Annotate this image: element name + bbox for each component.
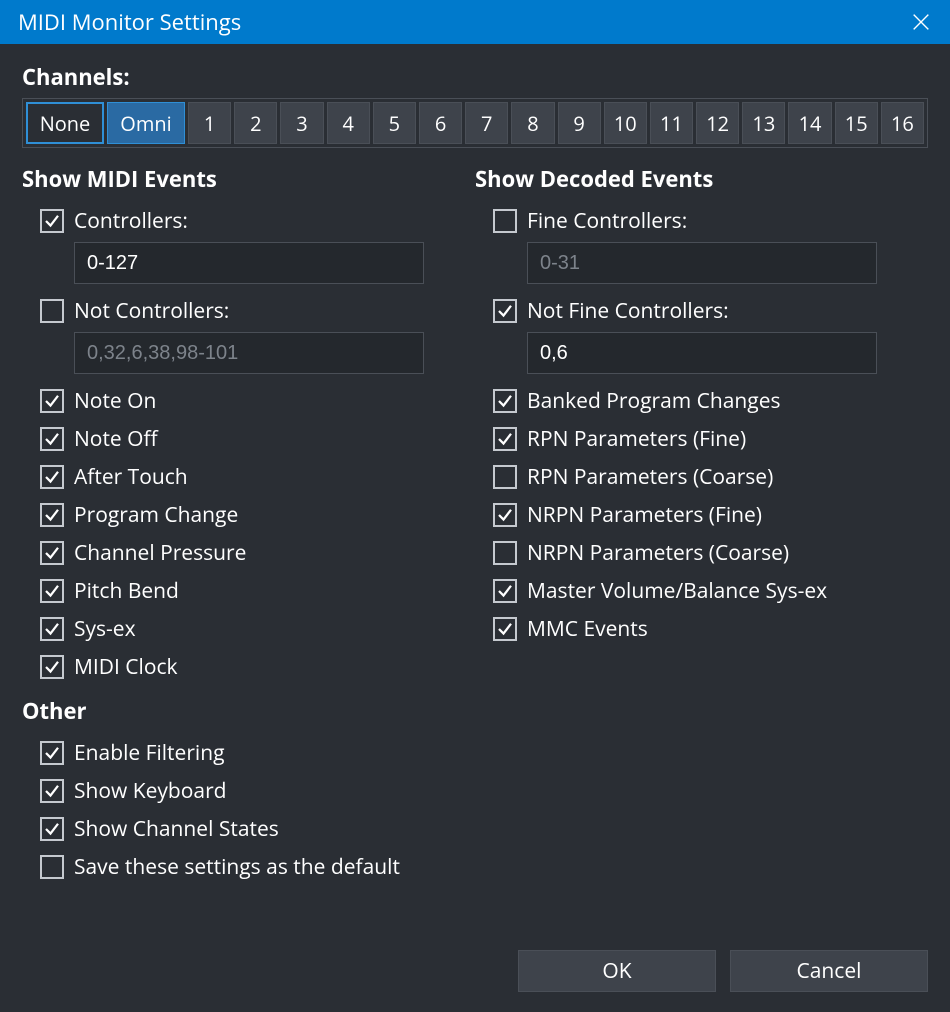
channel-15-button[interactable]: 15	[835, 102, 878, 144]
controllers-label: Controllers:	[74, 207, 188, 235]
dialog-title: MIDI Monitor Settings	[18, 7, 241, 37]
controllers-input[interactable]	[74, 242, 424, 284]
dialog-window: MIDI Monitor Settings Channels: None Omn…	[0, 0, 950, 1012]
channel-pressure-label: Channel Pressure	[74, 539, 246, 567]
decoded-events-column: Show Decoded Events Fine Controllers: No…	[475, 162, 928, 686]
note-off-label: Note Off	[74, 425, 158, 453]
channel-8-button[interactable]: 8	[511, 102, 554, 144]
note-off-checkbox[interactable]	[40, 427, 64, 451]
rpn-coarse-label: RPN Parameters (Coarse)	[527, 463, 773, 491]
channel-7-button[interactable]: 7	[465, 102, 508, 144]
not-fine-controllers-input[interactable]	[527, 332, 877, 374]
rpn-fine-checkbox[interactable]	[493, 427, 517, 451]
show-channel-states-checkbox[interactable]	[40, 817, 64, 841]
channel-5-button[interactable]: 5	[373, 102, 416, 144]
channel-none-button[interactable]: None	[26, 102, 104, 144]
close-icon[interactable]	[906, 7, 936, 37]
enable-filtering-checkbox[interactable]	[40, 741, 64, 765]
channel-16-button[interactable]: 16	[881, 102, 924, 144]
pitch-bend-checkbox[interactable]	[40, 579, 64, 603]
not-controllers-label: Not Controllers:	[74, 297, 229, 325]
midi-events-column: Show MIDI Events Controllers: Not Contro…	[22, 162, 475, 686]
fine-controllers-checkbox[interactable]	[493, 209, 517, 233]
mvb-sysex-label: Master Volume/Balance Sys-ex	[527, 577, 827, 605]
sysex-checkbox[interactable]	[40, 617, 64, 641]
channel-6-button[interactable]: 6	[419, 102, 462, 144]
channel-pressure-checkbox[interactable]	[40, 541, 64, 565]
channels-bar: None Omni 1 2 3 4 5 6 7 8 9 10 11 12 13 …	[22, 98, 928, 148]
dialog-footer: OK Cancel	[518, 950, 928, 992]
channels-label: Channels:	[22, 62, 928, 92]
channel-omni-button[interactable]: Omni	[107, 102, 185, 144]
mvb-sysex-checkbox[interactable]	[493, 579, 517, 603]
mmc-label: MMC Events	[527, 615, 648, 643]
rpn-fine-label: RPN Parameters (Fine)	[527, 425, 746, 453]
nrpn-coarse-checkbox[interactable]	[493, 541, 517, 565]
pitch-bend-label: Pitch Bend	[74, 577, 179, 605]
cancel-button[interactable]: Cancel	[730, 950, 928, 992]
decoded-events-heading: Show Decoded Events	[475, 164, 928, 194]
show-channel-states-label: Show Channel States	[74, 815, 279, 843]
titlebar: MIDI Monitor Settings	[0, 0, 950, 44]
note-on-checkbox[interactable]	[40, 389, 64, 413]
other-section: Other Enable Filtering Show Keyboard Sho…	[22, 696, 928, 886]
channel-11-button[interactable]: 11	[650, 102, 693, 144]
controllers-checkbox[interactable]	[40, 209, 64, 233]
ok-button[interactable]: OK	[518, 950, 716, 992]
channel-14-button[interactable]: 14	[788, 102, 831, 144]
not-fine-controllers-label: Not Fine Controllers:	[527, 297, 729, 325]
not-controllers-checkbox[interactable]	[40, 299, 64, 323]
nrpn-coarse-label: NRPN Parameters (Coarse)	[527, 539, 789, 567]
program-change-checkbox[interactable]	[40, 503, 64, 527]
channel-4-button[interactable]: 4	[327, 102, 370, 144]
fine-controllers-input[interactable]	[527, 242, 877, 284]
save-default-label: Save these settings as the default	[74, 853, 400, 881]
sysex-label: Sys-ex	[74, 615, 136, 643]
program-change-label: Program Change	[74, 501, 238, 529]
channel-10-button[interactable]: 10	[604, 102, 647, 144]
nrpn-fine-label: NRPN Parameters (Fine)	[527, 501, 762, 529]
banked-pc-checkbox[interactable]	[493, 389, 517, 413]
channel-1-button[interactable]: 1	[188, 102, 231, 144]
save-default-checkbox[interactable]	[40, 855, 64, 879]
channel-9-button[interactable]: 9	[558, 102, 601, 144]
not-controllers-input[interactable]	[74, 332, 424, 374]
midi-events-heading: Show MIDI Events	[22, 164, 475, 194]
midi-clock-label: MIDI Clock	[74, 653, 178, 681]
channel-3-button[interactable]: 3	[280, 102, 323, 144]
after-touch-label: After Touch	[74, 463, 188, 491]
other-heading: Other	[22, 696, 928, 726]
dialog-body: Channels: None Omni 1 2 3 4 5 6 7 8 9 10…	[0, 44, 950, 1012]
channel-13-button[interactable]: 13	[742, 102, 785, 144]
channel-2-button[interactable]: 2	[234, 102, 277, 144]
show-keyboard-label: Show Keyboard	[74, 777, 227, 805]
after-touch-checkbox[interactable]	[40, 465, 64, 489]
rpn-coarse-checkbox[interactable]	[493, 465, 517, 489]
fine-controllers-label: Fine Controllers:	[527, 207, 687, 235]
midi-clock-checkbox[interactable]	[40, 655, 64, 679]
channel-12-button[interactable]: 12	[696, 102, 739, 144]
mmc-checkbox[interactable]	[493, 617, 517, 641]
note-on-label: Note On	[74, 387, 156, 415]
enable-filtering-label: Enable Filtering	[74, 739, 225, 767]
not-fine-controllers-checkbox[interactable]	[493, 299, 517, 323]
show-keyboard-checkbox[interactable]	[40, 779, 64, 803]
banked-pc-label: Banked Program Changes	[527, 387, 781, 415]
nrpn-fine-checkbox[interactable]	[493, 503, 517, 527]
